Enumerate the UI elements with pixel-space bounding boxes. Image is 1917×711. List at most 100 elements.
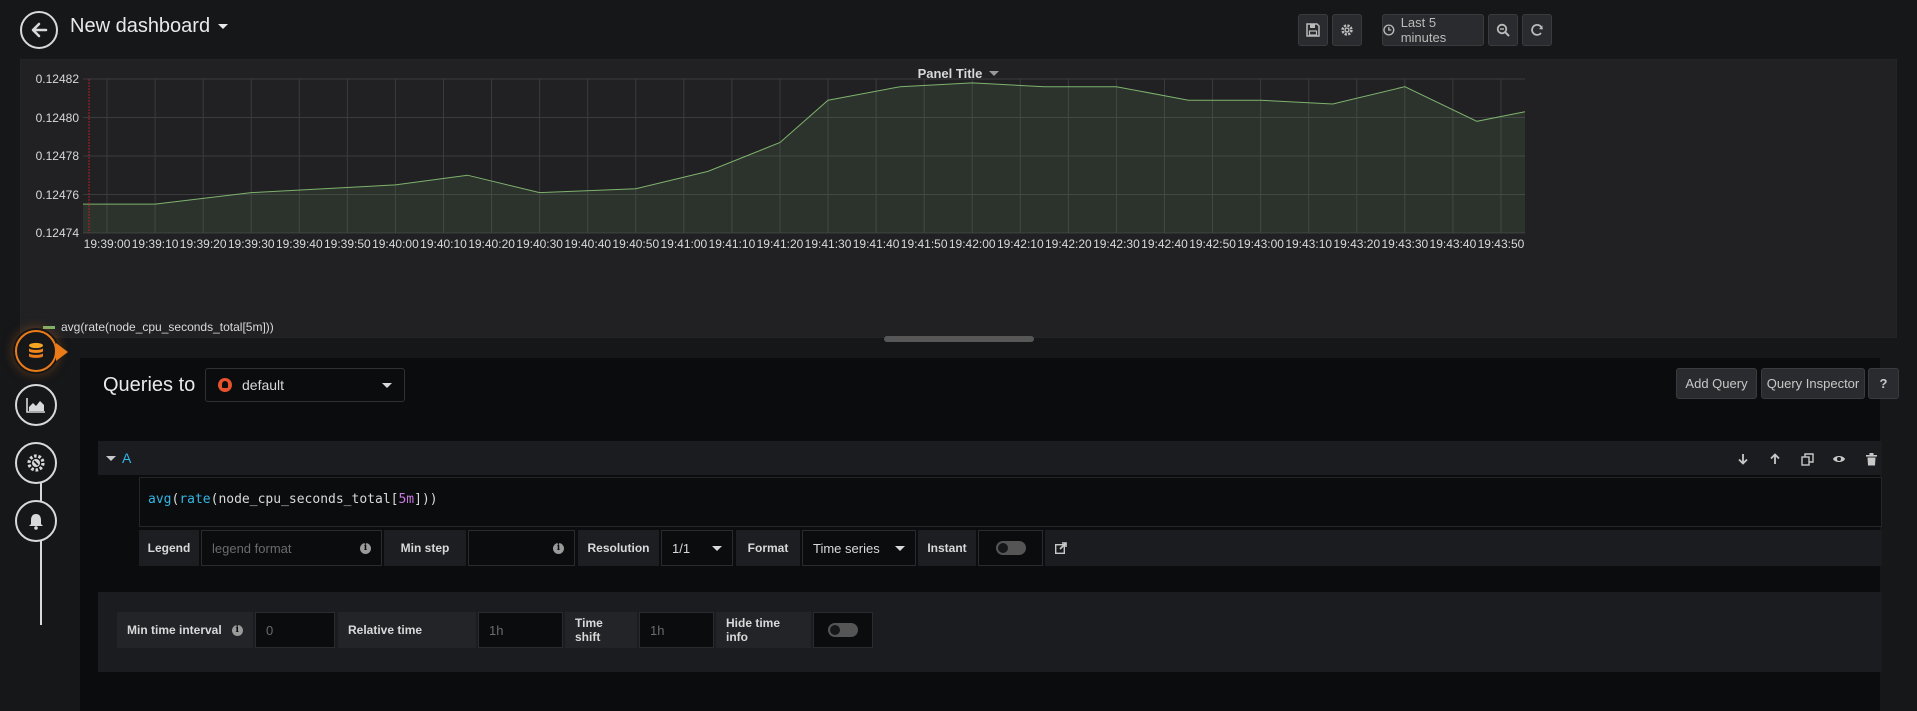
panel-resize-handle[interactable] xyxy=(884,336,1034,342)
x-tick-label: 19:43:50 xyxy=(1477,237,1525,251)
legend-format-placeholder: legend format xyxy=(212,540,292,556)
visualization-tab[interactable] xyxy=(15,384,57,426)
relative-time-input[interactable]: 1h xyxy=(478,612,563,648)
legend-item[interactable]: avg(rate(node_cpu_seconds_total[5m])) xyxy=(43,320,274,334)
refresh-button[interactable] xyxy=(1522,14,1552,46)
x-tick-label: 19:43:00 xyxy=(1237,237,1284,251)
x-tick-label: 19:40:30 xyxy=(516,237,563,251)
save-dashboard-button[interactable] xyxy=(1298,14,1328,46)
arrow-down-icon xyxy=(1738,454,1748,465)
arrow-up-icon xyxy=(1770,453,1780,464)
legend-series-name: avg(rate(node_cpu_seconds_total[5m])) xyxy=(61,320,274,334)
dashboard-title[interactable]: New dashboard xyxy=(70,15,229,38)
x-tick-label: 19:40:20 xyxy=(468,237,515,251)
x-tick-label: 19:40:40 xyxy=(564,237,612,251)
query-inspector-button[interactable]: Query Inspector xyxy=(1761,368,1865,399)
caret-down-icon xyxy=(712,545,722,551)
caret-down-icon xyxy=(895,545,905,551)
x-tick-label: 19:41:30 xyxy=(804,237,852,251)
save-icon xyxy=(1306,23,1320,37)
x-tick-label: 19:40:10 xyxy=(420,237,467,251)
instant-toggle[interactable] xyxy=(978,530,1043,566)
duplicate-query-button[interactable] xyxy=(1799,451,1815,467)
general-settings-tab[interactable] xyxy=(15,442,57,484)
time-shift-label: Time shift xyxy=(565,612,637,648)
add-query-button[interactable]: Add Query xyxy=(1676,368,1757,399)
caret-down-icon xyxy=(218,24,229,29)
time-shift-input[interactable]: 1h xyxy=(639,612,714,648)
min-step-label: Min step xyxy=(384,530,466,566)
database-icon xyxy=(29,342,43,358)
legend-label: Legend xyxy=(139,530,199,566)
external-link-icon[interactable] xyxy=(1055,542,1067,554)
x-tick-label: 19:41:20 xyxy=(756,237,804,251)
back-button[interactable] xyxy=(20,11,58,49)
x-tick-label: 19:43:20 xyxy=(1333,237,1381,251)
move-down-button[interactable] xyxy=(1735,451,1751,467)
expr-range: 5m xyxy=(398,492,415,507)
active-step-pointer xyxy=(56,343,68,361)
query-row-header xyxy=(98,441,1882,475)
caret-down-icon xyxy=(106,455,116,461)
expr-metric: node_cpu_seconds_total xyxy=(218,492,391,507)
x-tick-label: 19:39:50 xyxy=(324,237,371,251)
hide-time-info-toggle[interactable] xyxy=(813,612,873,648)
x-tick-label: 19:41:50 xyxy=(900,237,948,251)
info-icon: i xyxy=(553,542,564,554)
x-tick-label: 19:39:40 xyxy=(275,237,323,251)
time-range-picker[interactable]: Last 5 minutes xyxy=(1382,14,1484,46)
min-time-interval-input[interactable]: 0 xyxy=(255,612,335,648)
queries-tab[interactable] xyxy=(15,330,57,372)
min-time-interval-placeholder: 0 xyxy=(266,622,274,638)
gear-icon xyxy=(1341,24,1353,36)
expr-bracket-close: ])) xyxy=(414,492,438,507)
instant-switch xyxy=(995,541,1026,555)
query-expression-editor[interactable]: avg(rate(node_cpu_seconds_total[5m])) xyxy=(139,477,1882,527)
y-tick-label: 0.12474 xyxy=(35,226,79,240)
hide-time-info-label: Hide time info xyxy=(716,612,811,648)
legend-color-swatch xyxy=(43,325,55,329)
datasource-name: default xyxy=(242,377,285,393)
x-tick-label: 19:39:10 xyxy=(131,237,179,251)
resolution-value: 1/1 xyxy=(672,540,691,556)
time-series-chart[interactable] xyxy=(21,60,1898,339)
query-collapse-toggle[interactable]: A xyxy=(106,450,131,466)
time-range-label: Last 5 minutes xyxy=(1400,15,1447,45)
y-tick-label: 0.12476 xyxy=(35,187,79,202)
expr-function-rate: rate xyxy=(179,492,211,507)
bell-icon xyxy=(29,514,43,530)
datasource-select[interactable]: default xyxy=(205,368,405,402)
query-ref-id: A xyxy=(122,450,132,466)
x-tick-label: 19:41:40 xyxy=(852,237,900,251)
info-icon: i xyxy=(360,542,371,554)
x-tick-label: 19:42:30 xyxy=(1093,237,1140,251)
area-chart-icon xyxy=(26,398,45,413)
zoom-out-button[interactable] xyxy=(1488,14,1518,46)
x-tick-label: 19:42:50 xyxy=(1189,237,1236,251)
x-tick-label: 19:42:40 xyxy=(1141,237,1188,251)
format-value: Time series xyxy=(813,540,880,556)
move-up-button[interactable] xyxy=(1767,451,1783,467)
min-step-input[interactable]: i xyxy=(468,530,575,566)
x-tick-label: 19:42:10 xyxy=(996,237,1044,251)
legend-format-input[interactable]: legend format i xyxy=(201,530,382,566)
remove-query-button[interactable] xyxy=(1863,451,1879,467)
x-tick-label: 19:39:00 xyxy=(83,237,131,251)
settings-button[interactable] xyxy=(1332,14,1362,46)
x-tick-label: 19:42:00 xyxy=(948,237,996,251)
x-tick-label: 19:40:50 xyxy=(612,237,660,251)
x-tick-label: 19:39:30 xyxy=(227,237,275,251)
toggle-visibility-button[interactable] xyxy=(1831,451,1847,467)
arrow-left-icon xyxy=(31,22,48,38)
alert-tab[interactable] xyxy=(15,500,57,542)
resolution-select[interactable]: 1/1 xyxy=(661,530,733,566)
relative-time-label: Relative time xyxy=(338,612,476,648)
hide-time-info-switch xyxy=(828,623,858,637)
x-tick-label: 19:43:40 xyxy=(1429,237,1477,251)
x-tick-label: 19:41:00 xyxy=(660,237,708,251)
y-tick-label: 0.12482 xyxy=(35,72,79,86)
copy-icon xyxy=(1800,452,1814,466)
help-button[interactable]: ? xyxy=(1868,368,1899,399)
format-label: Format xyxy=(736,530,800,566)
format-select[interactable]: Time series xyxy=(802,530,916,566)
